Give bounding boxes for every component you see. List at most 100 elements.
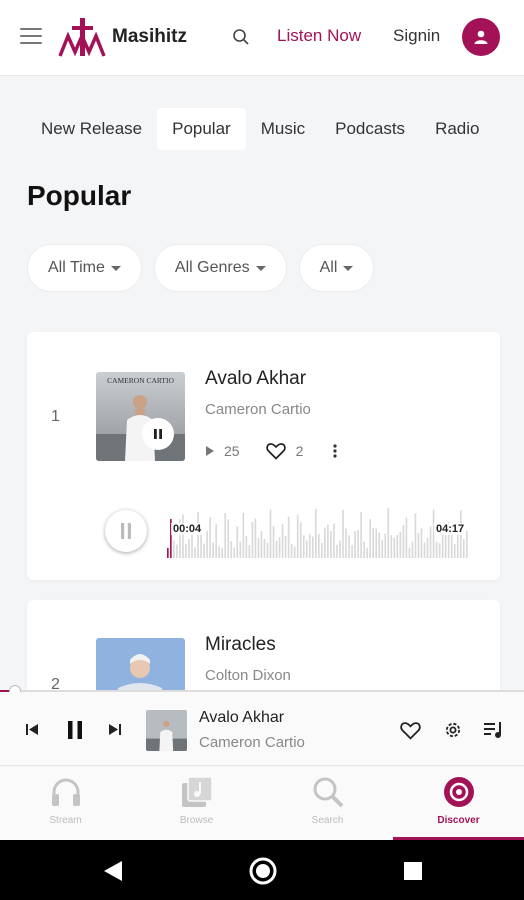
- play-count: 25: [224, 443, 240, 459]
- nav-label: Search: [311, 815, 344, 826]
- waveform-bar: [465, 531, 468, 558]
- nav-browse[interactable]: Browse: [131, 767, 262, 840]
- waveform-bar: [215, 523, 217, 558]
- category-tabs: New Release Popular Music Podcasts Radio: [26, 108, 494, 150]
- waveform-bar: [375, 528, 378, 558]
- music-library-icon: [181, 776, 213, 807]
- waveform-bar: [230, 541, 233, 558]
- track-artist[interactable]: Cameron Cartio: [205, 401, 311, 418]
- track-artist[interactable]: Colton Dixon: [205, 667, 291, 684]
- nav-label: Discover: [437, 815, 480, 826]
- waveform-bar: [321, 542, 323, 558]
- nav-search[interactable]: Search: [262, 767, 393, 840]
- queue-icon[interactable]: [484, 722, 504, 739]
- waveform-bar: [224, 513, 227, 558]
- track-title[interactable]: Avalo Akhar: [205, 368, 306, 390]
- type-filter-dropdown[interactable]: All: [298, 244, 375, 292]
- nav-discover[interactable]: Discover: [393, 767, 524, 840]
- listen-now-link[interactable]: Listen Now: [277, 26, 361, 46]
- system-navigation-bar: [0, 840, 524, 900]
- waveform-bar: [381, 540, 384, 558]
- waveform-bar: [348, 535, 350, 558]
- waveform-bar: [444, 534, 447, 558]
- waveform-bar: [333, 523, 335, 558]
- mini-player: Avalo Akhar Cameron Cartio: [0, 692, 524, 766]
- waveform-bar: [239, 541, 242, 558]
- waveform-bar: [420, 528, 423, 558]
- waveform-bar: [318, 533, 320, 558]
- waveform-bar: [209, 517, 211, 558]
- waveform-bar: [456, 533, 459, 558]
- waveform-bar: [197, 512, 199, 558]
- now-playing-artist[interactable]: Cameron Cartio: [199, 734, 305, 751]
- home-icon[interactable]: [248, 856, 278, 886]
- track-duration: 04:17: [434, 523, 467, 535]
- time-filter-dropdown[interactable]: All Time: [27, 244, 142, 292]
- cover-title-text: CAMERON CARTIO: [107, 376, 174, 385]
- masihitz-logo[interactable]: [58, 16, 108, 58]
- nav-stream[interactable]: Stream: [0, 767, 131, 840]
- back-icon[interactable]: [102, 859, 124, 883]
- track-pause-button[interactable]: [105, 510, 147, 552]
- heart-icon[interactable]: [265, 442, 286, 460]
- caret-down-icon: [343, 265, 354, 271]
- waveform-bar: [330, 531, 332, 558]
- more-options-icon[interactable]: [333, 444, 337, 458]
- signin-link[interactable]: Signin: [393, 26, 440, 46]
- track-cover[interactable]: CAMERON CARTIO: [96, 372, 185, 461]
- waveform-bar: [266, 542, 269, 558]
- play-count-icon: [206, 446, 214, 456]
- waveform-bar: [176, 544, 178, 558]
- time-filter-label: All Time: [48, 259, 105, 276]
- waveform-bar: [296, 514, 299, 558]
- user-avatar-button[interactable]: [462, 18, 500, 56]
- waveform-bar: [260, 531, 263, 558]
- genre-filter-dropdown[interactable]: All Genres: [153, 244, 287, 292]
- cover-art-image: [146, 710, 187, 751]
- waveform-bar: [269, 509, 272, 558]
- nav-label: Browse: [179, 815, 214, 826]
- waveform-bar: [435, 541, 438, 558]
- menu-icon[interactable]: [20, 28, 42, 44]
- tab-music[interactable]: Music: [246, 108, 320, 150]
- track-title[interactable]: Miracles: [205, 634, 276, 656]
- settings-icon[interactable]: [443, 720, 463, 740]
- cover-pause-button[interactable]: [142, 418, 174, 450]
- track-stats: 25 2: [205, 442, 337, 460]
- now-playing-cover[interactable]: [146, 710, 187, 751]
- pause-icon[interactable]: [65, 720, 85, 740]
- waveform-bar: [233, 547, 236, 558]
- next-track-icon[interactable]: [108, 723, 122, 736]
- waveform-bar: [242, 512, 245, 558]
- waveform-bar: [272, 526, 275, 558]
- tab-radio[interactable]: Radio: [420, 108, 494, 150]
- now-playing-title[interactable]: Avalo Akhar: [199, 709, 284, 727]
- previous-track-icon[interactable]: [25, 723, 39, 736]
- tab-new-release[interactable]: New Release: [26, 108, 157, 150]
- tab-podcasts[interactable]: Podcasts: [320, 108, 420, 150]
- waveform-bar: [387, 508, 390, 558]
- waveform-bar: [393, 537, 396, 558]
- waveform-bar: [342, 509, 344, 558]
- caret-down-icon: [255, 265, 266, 271]
- waveform-bar: [339, 540, 341, 558]
- waveform-bar: [378, 532, 381, 558]
- track-rank: 1: [51, 408, 60, 425]
- heart-icon[interactable]: [400, 721, 421, 740]
- waveform-bar: [363, 541, 365, 558]
- waveform-bar: [305, 540, 308, 558]
- filter-bar: All Time All Genres All: [27, 244, 386, 292]
- waveform-seekbar[interactable]: [167, 504, 469, 558]
- waveform-bar: [390, 535, 393, 558]
- waveform-bar: [293, 546, 296, 558]
- waveform-bar: [411, 541, 414, 558]
- recents-icon[interactable]: [403, 861, 423, 881]
- tab-popular[interactable]: Popular: [157, 108, 246, 150]
- search-icon: [313, 777, 343, 808]
- genre-filter-label: All Genres: [174, 259, 250, 276]
- search-icon[interactable]: [232, 28, 250, 46]
- pause-icon: [121, 523, 131, 539]
- pause-icon: [154, 429, 162, 439]
- waveform-bar: [188, 539, 190, 558]
- cover-art-image: CAMERON CARTIO: [96, 372, 185, 461]
